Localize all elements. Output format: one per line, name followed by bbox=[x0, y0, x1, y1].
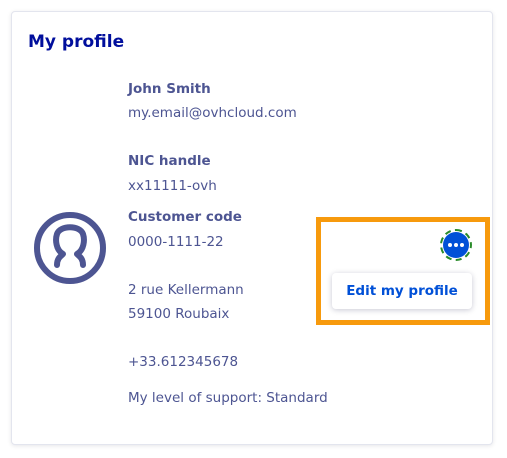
profile-email: my.email@ovhcloud.com bbox=[128, 105, 297, 121]
card-title: My profile bbox=[28, 32, 125, 52]
address-line-2: 59100 Roubaix bbox=[128, 306, 230, 322]
customer-code-label: Customer code bbox=[128, 209, 242, 225]
user-avatar-icon bbox=[34, 212, 106, 284]
ellipsis-icon bbox=[443, 232, 469, 258]
profile-name: John Smith bbox=[128, 81, 211, 97]
nic-handle-label: NIC handle bbox=[128, 153, 211, 169]
actions-menu-button[interactable] bbox=[440, 229, 472, 261]
phone-number: +33.612345678 bbox=[128, 354, 239, 370]
edit-profile-menu-item[interactable]: Edit my profile bbox=[346, 283, 458, 299]
actions-dropdown: Edit my profile bbox=[332, 273, 472, 309]
address-line-1: 2 rue Kellermann bbox=[128, 282, 244, 298]
customer-code-value: 0000-1111-22 bbox=[128, 234, 224, 250]
support-level: My level of support: Standard bbox=[128, 390, 328, 406]
nic-handle-value: xx11111-ovh bbox=[128, 178, 217, 194]
